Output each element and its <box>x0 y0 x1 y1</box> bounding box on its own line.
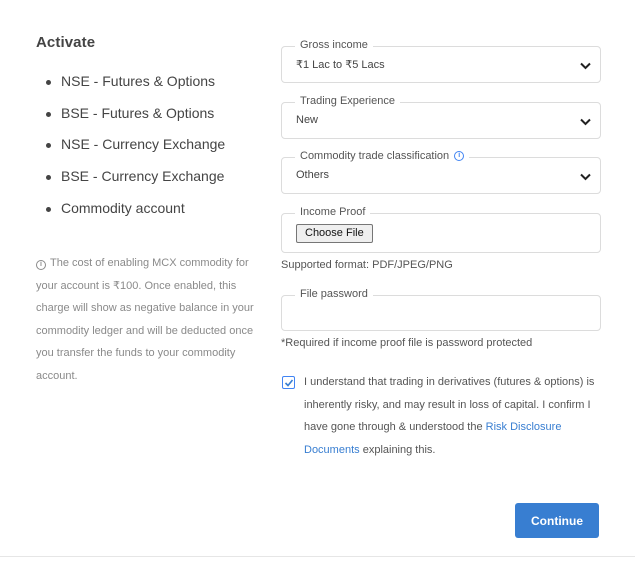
income-proof-label-text: Income Proof <box>300 206 366 218</box>
info-icon[interactable]: i <box>454 151 465 161</box>
trading-experience-select[interactable]: Trading Experience New <box>281 95 601 139</box>
supported-format-hint: Supported format: PDF/JPEG/PNG <box>281 259 453 271</box>
mcx-cost-note: i The cost of enabling MCX commodity for … <box>36 252 262 388</box>
chevron-down-icon <box>580 62 591 70</box>
consent-checkbox[interactable] <box>282 376 295 389</box>
segment-label: Commodity account <box>61 199 185 216</box>
list-item: Commodity account <box>36 200 266 232</box>
check-icon <box>284 379 294 387</box>
commodity-classification-label: Commodity trade classification i <box>295 150 470 162</box>
mcx-cost-note-text: The cost of enabling MCX commodity for y… <box>36 257 254 382</box>
income-proof-label: Income Proof <box>295 206 371 218</box>
commodity-classification-label-text: Commodity trade classification <box>300 150 450 162</box>
bullet <box>46 206 51 212</box>
chevron-down-icon <box>580 173 591 181</box>
bullet <box>46 143 51 149</box>
segment-label: BSE - Currency Exchange <box>61 168 225 185</box>
password-required-hint: *Required if income proof file is passwo… <box>281 337 533 349</box>
consent-suffix: explaining this. <box>362 443 436 456</box>
bullet <box>46 111 51 117</box>
income-proof-field: Income Proof Choose File <box>281 206 601 253</box>
chevron-down-icon <box>580 118 591 126</box>
commodity-classification-select[interactable]: Commodity trade classification i Others <box>281 150 601 194</box>
gross-income-label: Gross income <box>295 39 373 51</box>
choose-file-button[interactable]: Choose File <box>296 224 373 243</box>
list-item: NSE - Futures & Options <box>36 73 266 105</box>
list-item: NSE - Currency Exchange <box>36 136 266 168</box>
file-password-label: File password <box>295 288 373 300</box>
continue-button[interactable]: Continue <box>515 503 599 538</box>
footer-divider <box>0 556 635 557</box>
trading-experience-value: New <box>296 114 319 126</box>
consent-text: I understand that trading in derivatives… <box>304 371 602 461</box>
bullet <box>46 80 51 85</box>
list-item: BSE - Futures & Options <box>36 105 266 137</box>
gross-income-label-text: Gross income <box>300 39 368 51</box>
commodity-classification-value: Others <box>296 169 330 181</box>
activate-panel: Activate NSE - Futures & Options BSE - F… <box>36 34 266 231</box>
list-item: BSE - Currency Exchange <box>36 168 266 200</box>
risk-consent: I understand that trading in derivatives… <box>282 374 602 461</box>
segment-label: NSE - Currency Exchange <box>61 136 226 153</box>
file-password-label-text: File password <box>300 288 368 300</box>
gross-income-select[interactable]: Gross income ₹1 Lac to ₹5 Lacs <box>281 39 601 83</box>
segment-list: NSE - Futures & Options BSE - Futures & … <box>36 73 266 231</box>
activate-title: Activate <box>36 34 96 51</box>
segment-label: NSE - Futures & Options <box>61 73 216 89</box>
bullet <box>46 175 51 181</box>
trading-experience-label-text: Trading Experience <box>300 95 395 107</box>
gross-income-value: ₹1 Lac to ₹5 Lacs <box>296 59 385 71</box>
segment-label: BSE - Futures & Options <box>61 104 215 121</box>
file-password-input[interactable]: File password <box>281 288 601 331</box>
info-icon: i <box>36 260 46 270</box>
trading-experience-label: Trading Experience <box>295 95 400 107</box>
